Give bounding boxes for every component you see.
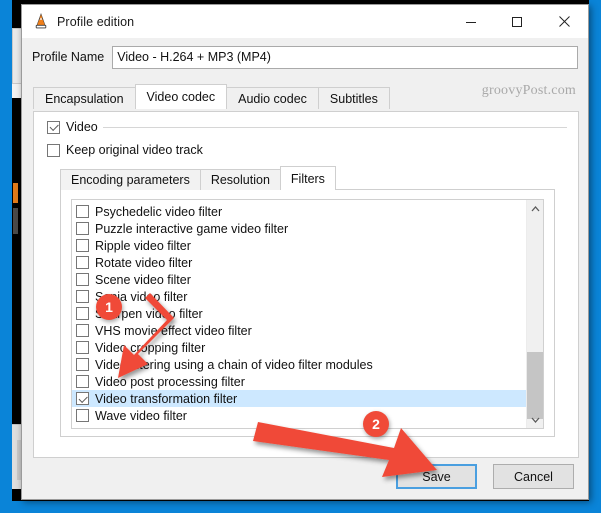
video-subtabs: Encoding parameters Resolution Filters [60,166,336,190]
filter-checkbox[interactable] [76,341,89,354]
filter-label: Video filtering using a chain of video f… [95,357,373,372]
list-item[interactable]: Ripple video filter [72,237,526,254]
filter-checkbox[interactable] [76,239,89,252]
filter-label: Video cropping filter [95,340,206,355]
tab-video-codec[interactable]: Video codec [134,84,228,109]
filter-checkbox[interactable] [76,273,89,286]
list-item[interactable]: Sharpen video filter [72,305,526,322]
tab-video-codec-label: Video codec [146,90,216,104]
profile-edition-dialog: Profile edition Profile Name Encapsulati… [21,4,589,500]
video-enable-label: Video [66,120,98,134]
filter-checkbox-checked[interactable] [76,392,89,405]
filter-label: Scene video filter [95,272,191,287]
video-group-header: Video [47,120,567,134]
chevron-up-icon[interactable] [527,200,543,217]
filter-label: Wave video filter [95,408,187,423]
filter-checkbox[interactable] [76,324,89,337]
filter-list[interactable]: Psychedelic video filter Puzzle interact… [72,200,526,428]
annotation-badge-2: 2 [363,411,389,437]
group-divider [102,126,567,128]
profile-name-label: Profile Name [32,50,105,64]
list-item[interactable]: Sepia video filter [72,288,526,305]
profile-name-input[interactable] [112,45,578,69]
tab-encapsulation-label: Encapsulation [45,91,124,106]
tab-encoding-parameters-label: Encoding parameters [71,173,190,187]
filter-label: Video post processing filter [95,374,245,389]
tab-audio-codec[interactable]: Audio codec [226,87,319,109]
filter-label: Ripple video filter [95,238,191,253]
keep-original-video-track-checkbox[interactable] [47,143,60,157]
list-item[interactable]: VHS movie effect video filter [72,322,526,339]
tab-subtitles[interactable]: Subtitles [317,87,390,109]
filter-checkbox[interactable] [76,256,89,269]
window-title: Profile edition [57,14,135,29]
codec-tabs: Encapsulation Video codec Audio codec Su… [33,83,588,109]
minimize-button[interactable] [448,5,494,38]
list-item[interactable]: Video cropping filter [72,339,526,356]
keep-original-video-track-label: Keep original video track [66,143,203,157]
video-enable-checkbox[interactable] [47,120,60,134]
filter-list-container: Psychedelic video filter Puzzle interact… [71,199,544,429]
profile-name-row: Profile Name [32,45,578,69]
list-item[interactable]: Rotate video filter [72,254,526,271]
dialog-footer: Save Cancel [22,457,588,499]
background-dark-accent [13,208,18,234]
window-controls [448,5,588,38]
cancel-button-label: Cancel [514,469,553,484]
filters-panel: Psychedelic video filter Puzzle interact… [60,189,555,437]
scrollbar-thumb[interactable] [527,352,543,419]
close-button[interactable] [540,5,588,38]
filter-checkbox[interactable] [76,358,89,371]
maximize-button[interactable] [494,5,540,38]
list-item[interactable]: Video post processing filter [72,373,526,390]
list-item[interactable]: Wave video filter [72,407,526,424]
filter-checkbox[interactable] [76,290,89,303]
filter-label: Rotate video filter [95,255,193,270]
filter-label: Psychedelic video filter [95,204,223,219]
filter-checkbox[interactable] [76,205,89,218]
tab-filters-label: Filters [290,171,325,186]
tab-resolution[interactable]: Resolution [199,169,281,190]
filter-label: Puzzle interactive game video filter [95,221,289,236]
list-item[interactable]: Video filtering using a chain of video f… [72,356,526,373]
video-codec-panel: Video Keep original video track Encoding… [33,111,579,458]
watermark: groovyPost.com [481,83,576,98]
background-orange-accent [13,183,18,203]
list-item[interactable]: Puzzle interactive game video filter [72,220,526,237]
keep-original-video-track-row[interactable]: Keep original video track [47,143,203,157]
tab-audio-codec-label: Audio codec [238,91,307,106]
tab-resolution-label: Resolution [210,173,270,187]
tab-filters[interactable]: Filters [279,166,336,190]
annotation-badge-1: 1 [96,294,122,320]
filter-checkbox[interactable] [76,375,89,388]
list-item-selected[interactable]: Video transformation filter [72,390,526,407]
tab-encapsulation[interactable]: Encapsulation [33,87,136,109]
save-button-label: Save [422,469,451,484]
cancel-button[interactable]: Cancel [493,464,574,489]
title-bar[interactable]: Profile edition [22,5,588,38]
filter-list-scrollbar[interactable] [526,200,543,428]
tab-subtitles-label: Subtitles [329,91,378,106]
vlc-cone-icon [32,12,50,31]
filter-checkbox[interactable] [76,409,89,422]
chevron-down-icon[interactable] [527,411,543,428]
save-button[interactable]: Save [396,464,477,489]
filter-label: VHS movie effect video filter [95,323,252,338]
list-item[interactable]: Scene video filter [72,271,526,288]
filter-label: Video transformation filter [95,391,238,406]
filter-checkbox[interactable] [76,307,89,320]
filter-checkbox[interactable] [76,222,89,235]
tab-encoding-parameters[interactable]: Encoding parameters [60,169,201,190]
list-item[interactable]: Psychedelic video filter [72,203,526,220]
